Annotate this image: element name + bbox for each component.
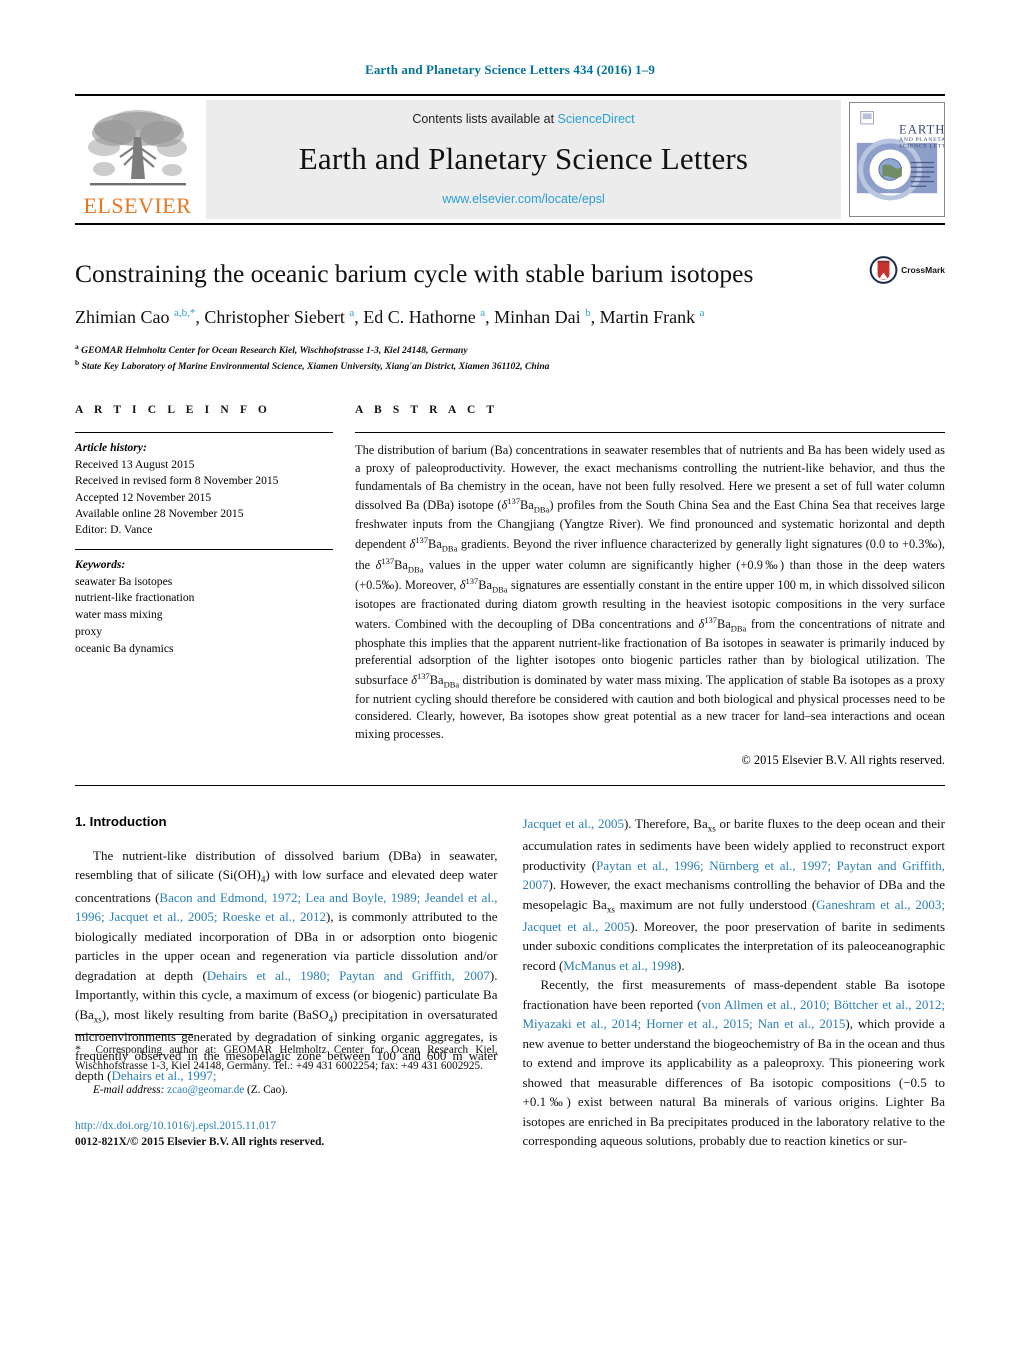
- article-history-block: Article history: Received 13 August 2015…: [75, 433, 333, 539]
- body-right-column: Jacquet et al., 2005). Therefore, Baxs o…: [523, 814, 946, 1151]
- issn-copyright-line: 0012-821X/© 2015 Elsevier B.V. All right…: [75, 1136, 325, 1149]
- svg-text:EARTH: EARTH: [899, 123, 944, 137]
- svg-text:AND PLANETARY: AND PLANETARY: [899, 137, 944, 143]
- crossmark-icon: [869, 256, 898, 284]
- corresponding-author-note: * Corresponding author at: GEOMAR Helmho…: [75, 1041, 498, 1072]
- title-area: Constraining the oceanic barium cycle wi…: [75, 225, 945, 374]
- keyword-item: oceanic Ba dynamics: [75, 641, 174, 655]
- article-info-column: A R T I C L E I N F O Article history: R…: [75, 404, 333, 768]
- contents-available-line: Contents lists available at ScienceDirec…: [412, 112, 634, 126]
- elsevier-tree-icon: [87, 110, 187, 186]
- affiliation-marker-a: a: [75, 341, 79, 351]
- body-columns: 1. Introduction The nutrient-like distri…: [75, 814, 945, 1151]
- elsevier-wordmark: ELSEVIER: [83, 193, 192, 218]
- doi-link[interactable]: http://dx.doi.org/10.1016/j.epsl.2015.11…: [75, 1118, 498, 1135]
- elsevier-logo: ELSEVIER: [75, 96, 200, 223]
- crossmark-badge[interactable]: CrossMark: [869, 247, 945, 293]
- journal-masthead: ELSEVIER Contents lists available at Sci…: [75, 94, 945, 225]
- email-note: E-mail address: zcao@geomar.de (Z. Cao).: [75, 1084, 498, 1096]
- footnote-rule: [75, 1033, 193, 1035]
- email-link[interactable]: zcao@geomar.de: [167, 1084, 244, 1096]
- journal-cover-thumbnail: EARTH AND PLANETARY SCIENCE LETTERS: [849, 102, 945, 217]
- keyword-item: proxy: [75, 625, 103, 639]
- keyword-item: water mass mixing: [75, 608, 163, 622]
- footnote-area: * Corresponding author at: GEOMAR Helmho…: [75, 1033, 498, 1151]
- article-title: Constraining the oceanic barium cycle wi…: [75, 259, 754, 288]
- history-item: Editor: D. Vance: [75, 523, 153, 537]
- history-item: Available online 28 November 2015: [75, 506, 244, 520]
- affiliation-a: a GEOMAR Helmholtz Center for Ocean Rese…: [75, 342, 945, 358]
- contents-prefix: Contents lists available at: [412, 112, 555, 126]
- abstract-text: The distribution of barium (Ba) concentr…: [355, 443, 945, 742]
- doi-block: http://dx.doi.org/10.1016/j.epsl.2015.11…: [75, 1118, 498, 1151]
- abstract-column: A B S T R A C T The distribution of bari…: [355, 404, 945, 768]
- affiliation-text-a: GEOMAR Helmholtz Center for Ocean Resear…: [81, 345, 468, 357]
- keywords-block: Keywords: seawater Ba isotopes nutrient-…: [75, 550, 333, 658]
- email-suffix: (Z. Cao).: [247, 1083, 288, 1096]
- author-list: Zhimian Cao a,b,*, Christopher Siebert a…: [75, 306, 705, 327]
- history-item: Received 13 August 2015: [75, 457, 195, 471]
- running-head: Earth and Planetary Science Letters 434 …: [365, 62, 655, 77]
- history-item: Received in revised form 8 November 2015: [75, 474, 279, 488]
- journal-title: Earth and Planetary Science Letters: [298, 141, 749, 176]
- journal-url[interactable]: www.elsevier.com/locate/epsl: [442, 192, 605, 206]
- body-left-column: 1. Introduction The nutrient-like distri…: [75, 814, 498, 1151]
- abstract-heading: A B S T R A C T: [355, 404, 499, 417]
- band-bottom-rule: [75, 784, 945, 786]
- article-history-label: Article history:: [75, 441, 147, 455]
- paper-page: Earth and Planetary Science Letters 434 …: [0, 0, 1020, 1351]
- info-abstract-band: A R T I C L E I N F O Article history: R…: [75, 404, 945, 768]
- intro-paragraph-right-2: Recently, the first measurements of mass…: [522, 977, 946, 1149]
- keyword-item: nutrient-like fractionation: [75, 591, 195, 605]
- svg-text:SCIENCE LETTERS: SCIENCE LETTERS: [899, 144, 944, 150]
- sciencedirect-link[interactable]: ScienceDirect: [558, 112, 635, 126]
- affiliation-list: a GEOMAR Helmholtz Center for Ocean Rese…: [75, 342, 945, 374]
- article-info-heading: A R T I C L E I N F O: [75, 404, 271, 417]
- email-label: E-mail address:: [93, 1083, 165, 1096]
- keywords-label: Keywords:: [75, 557, 126, 571]
- section-heading-introduction: 1. Introduction: [75, 813, 167, 829]
- crossmark-label: CrossMark: [901, 265, 945, 275]
- keyword-item: seawater Ba isotopes: [75, 574, 173, 588]
- abstract-copyright: © 2015 Elsevier B.V. All rights reserved…: [741, 752, 945, 767]
- affiliation-marker-b: b: [75, 358, 80, 368]
- intro-paragraph-right-1: Jacquet et al., 2005). Therefore, Baxs o…: [522, 815, 946, 973]
- masthead-center: Contents lists available at ScienceDirec…: [206, 100, 841, 219]
- history-item: Accepted 12 November 2015: [75, 490, 212, 504]
- affiliation-b: b State Key Laboratory of Marine Environ…: [75, 358, 945, 374]
- affiliation-text-b: State Key Laboratory of Marine Environme…: [81, 361, 550, 373]
- cover-artwork-icon: EARTH AND PLANETARY SCIENCE LETTERS: [850, 103, 944, 216]
